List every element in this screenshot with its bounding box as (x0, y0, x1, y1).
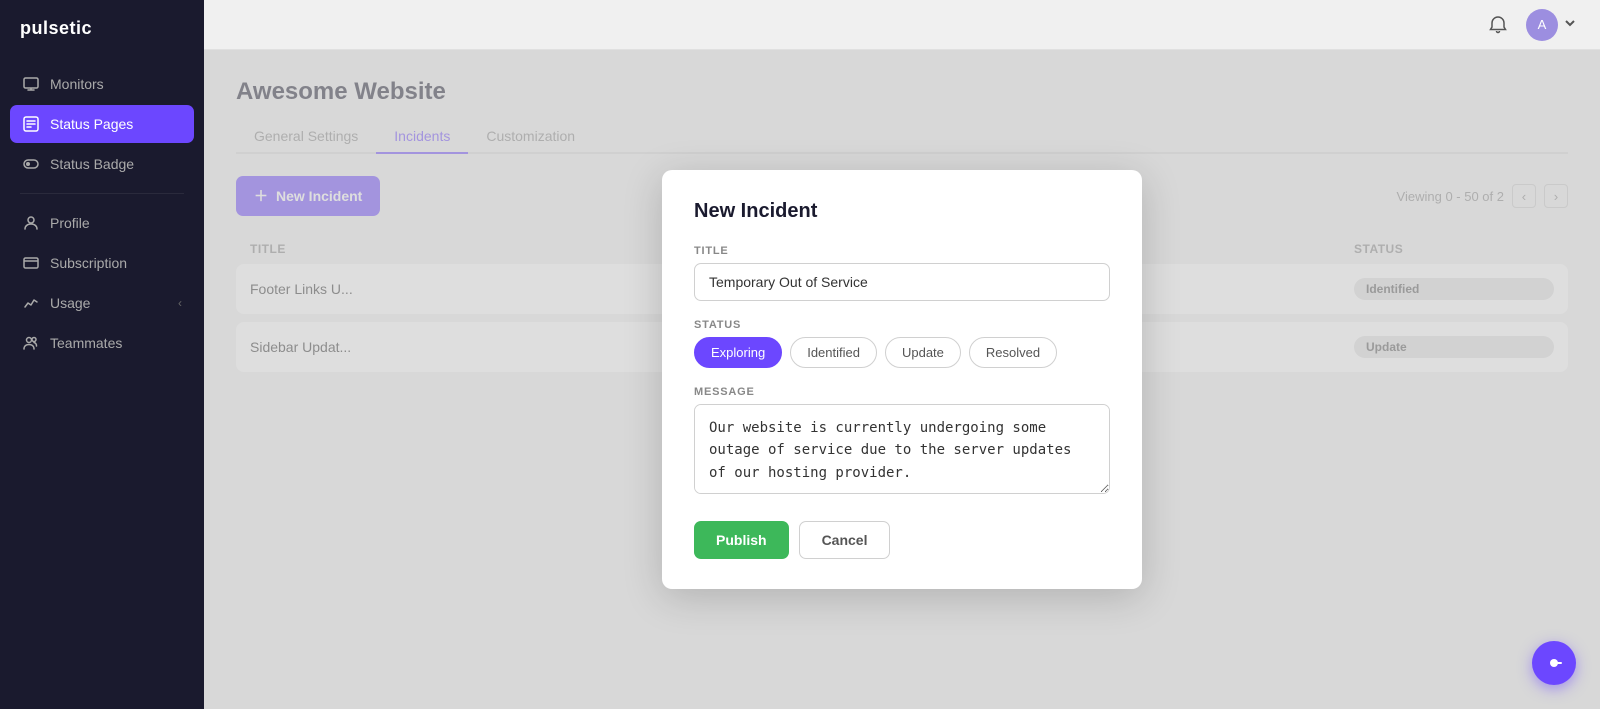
status-btn-exploring[interactable]: Exploring (694, 337, 782, 368)
sidebar-nav: Monitors Status Pages Status Badge Profi… (0, 57, 204, 370)
sidebar-item-monitors[interactable]: Monitors (10, 65, 194, 103)
status-pages-icon (22, 115, 40, 133)
sidebar-item-usage[interactable]: Usage ‹ (10, 284, 194, 322)
modal-title: New Incident (694, 200, 1110, 223)
user-avatar-dropdown[interactable]: A (1526, 9, 1576, 41)
sidebar-item-teammates[interactable]: Teammates (10, 324, 194, 362)
title-field-group: TITLE (694, 245, 1110, 301)
avatar: A (1526, 9, 1558, 41)
chevron-down-icon (1564, 17, 1576, 32)
title-input[interactable] (694, 263, 1110, 301)
sidebar-item-profile-label: Profile (50, 215, 90, 231)
sidebar-item-usage-label: Usage (50, 295, 90, 311)
topbar: A (204, 0, 1600, 50)
sidebar-divider (20, 193, 184, 194)
modal-overlay: New Incident TITLE STATUS Exploring Iden… (204, 50, 1600, 709)
sidebar-item-status-badge[interactable]: Status Badge (10, 145, 194, 183)
sidebar-item-teammates-label: Teammates (50, 335, 122, 351)
modal-actions: Publish Cancel (694, 521, 1110, 559)
main-content: A Awesome Website General Settings Incid… (204, 0, 1600, 709)
message-field-group: MESSAGE Our website is currently undergo… (694, 386, 1110, 499)
status-toggles: Exploring Identified Update Resolved (694, 337, 1110, 368)
monitor-icon (22, 75, 40, 93)
profile-icon (22, 214, 40, 232)
cancel-button[interactable]: Cancel (799, 521, 891, 559)
chat-button[interactable] (1532, 641, 1576, 685)
sidebar-item-subscription-label: Subscription (50, 255, 127, 271)
sidebar: pulsetic Monitors Status Pages Status Ba… (0, 0, 204, 709)
status-label: STATUS (694, 319, 1110, 331)
sidebar-item-subscription[interactable]: Subscription (10, 244, 194, 282)
title-label: TITLE (694, 245, 1110, 257)
usage-collapse-icon: ‹ (178, 296, 182, 310)
status-field-group: STATUS Exploring Identified Update Resol… (694, 319, 1110, 368)
status-btn-resolved[interactable]: Resolved (969, 337, 1057, 368)
usage-icon (22, 294, 40, 312)
publish-button[interactable]: Publish (694, 521, 789, 559)
teammates-icon (22, 334, 40, 352)
status-badge-icon (22, 155, 40, 173)
message-label: MESSAGE (694, 386, 1110, 398)
notifications-icon[interactable] (1484, 11, 1512, 39)
status-btn-update[interactable]: Update (885, 337, 961, 368)
message-textarea[interactable]: Our website is currently undergoing some… (694, 404, 1110, 494)
subscription-icon (22, 254, 40, 272)
new-incident-modal: New Incident TITLE STATUS Exploring Iden… (662, 170, 1142, 589)
sidebar-item-monitors-label: Monitors (50, 76, 104, 92)
status-btn-identified[interactable]: Identified (790, 337, 877, 368)
app-logo: pulsetic (0, 0, 204, 57)
sidebar-item-status-badge-label: Status Badge (50, 156, 134, 172)
sidebar-item-status-pages[interactable]: Status Pages (10, 105, 194, 143)
sidebar-item-status-pages-label: Status Pages (50, 116, 133, 132)
sidebar-item-profile[interactable]: Profile (10, 204, 194, 242)
page-content: Awesome Website General Settings Inciden… (204, 50, 1600, 709)
